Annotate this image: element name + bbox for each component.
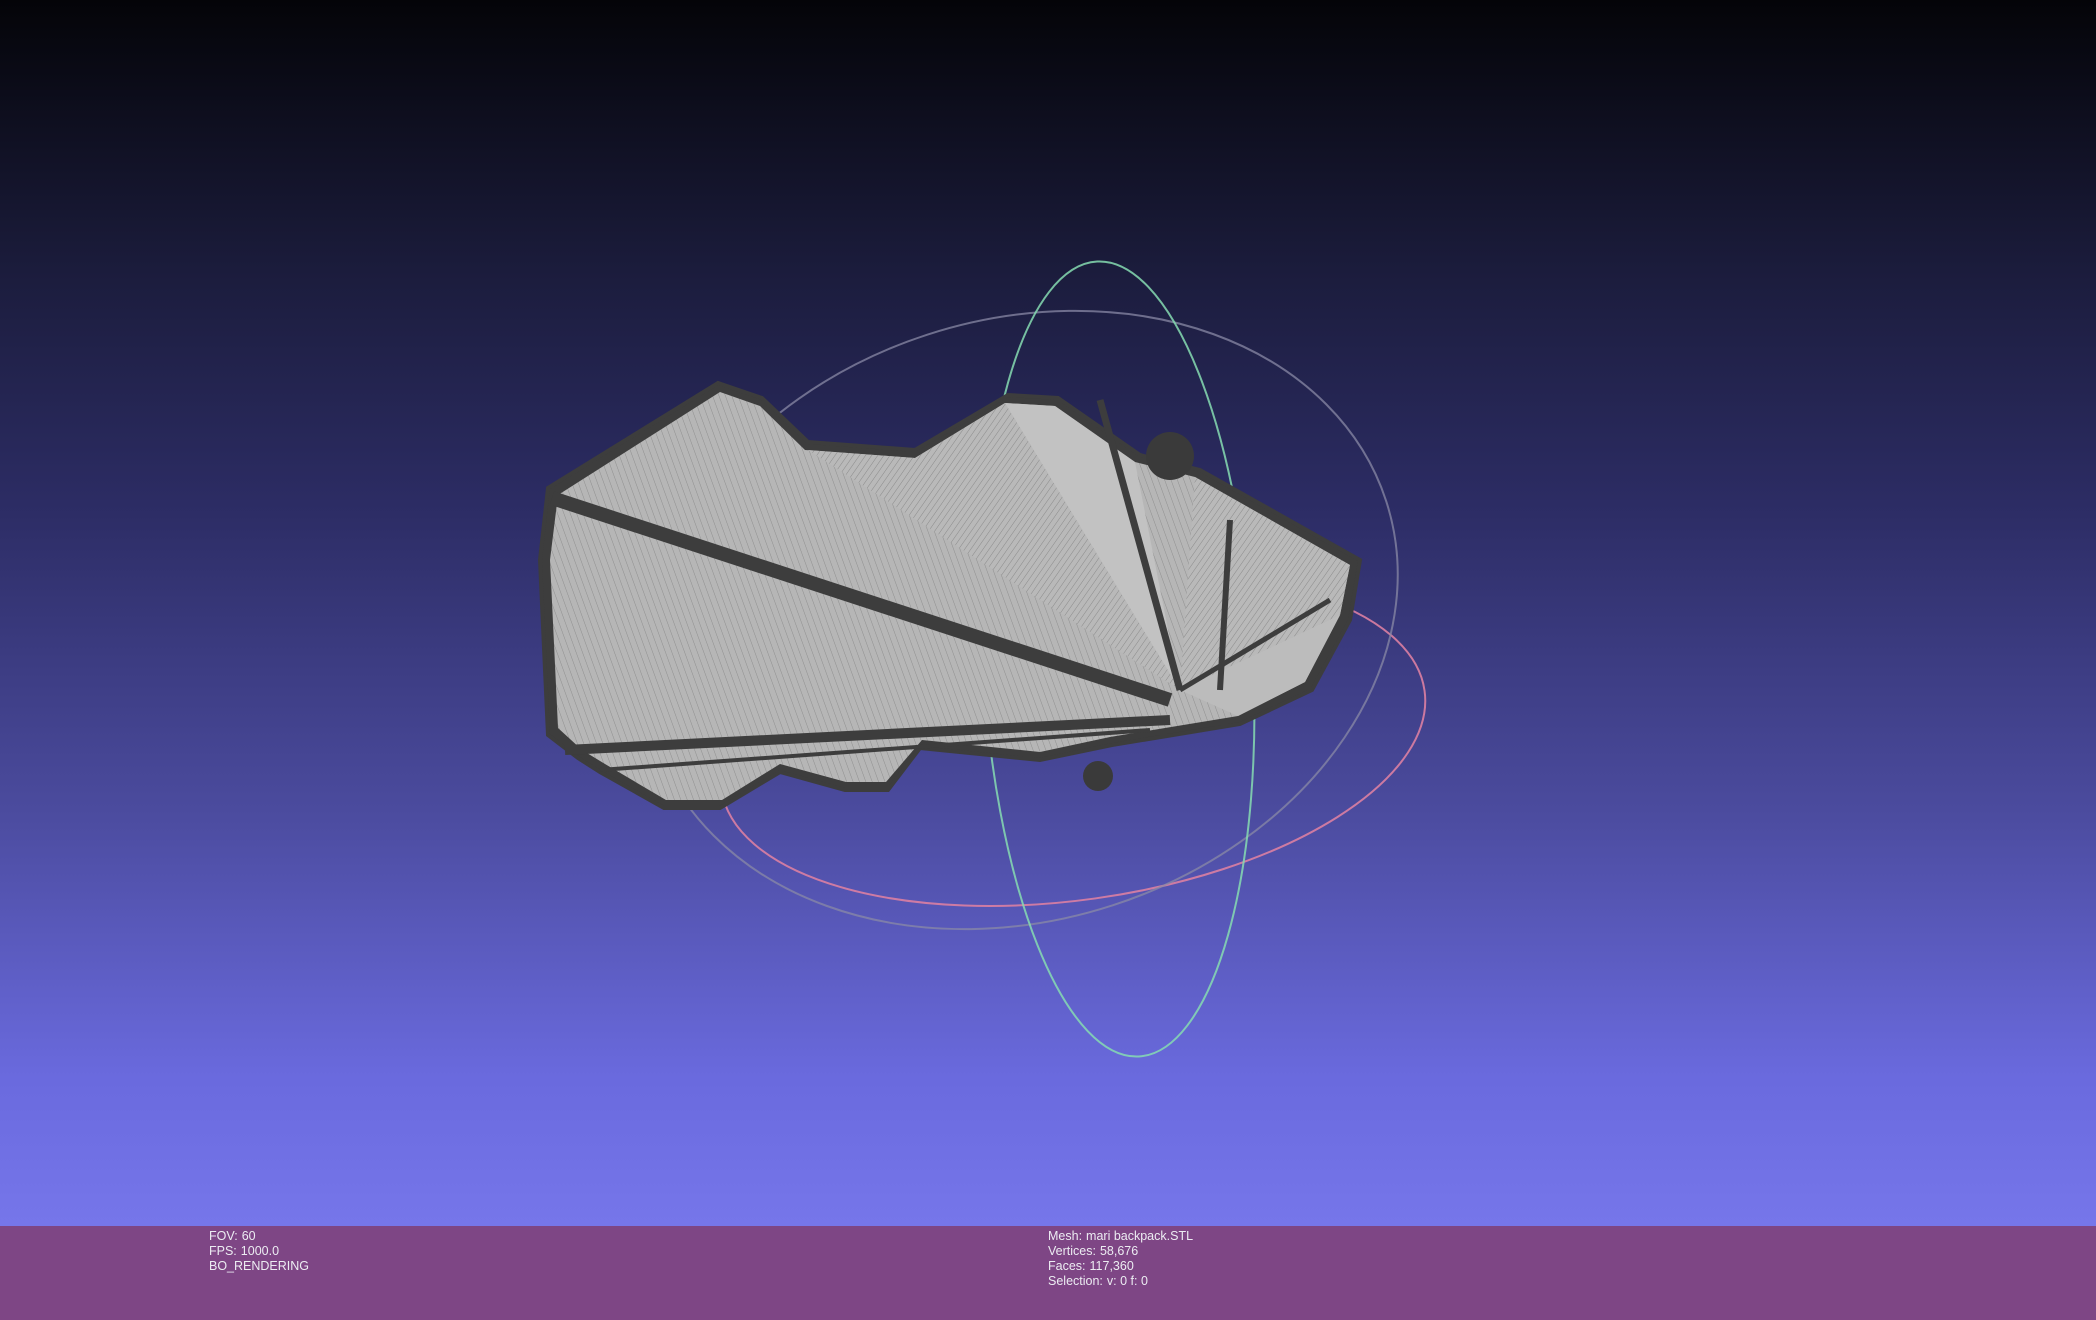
selection-label: Selection: [1048,1274,1103,1288]
mesh-label: Mesh: [1048,1229,1083,1243]
render-mode: BO_RENDERING [209,1259,310,1273]
vertices-value: 58,676 [1099,1244,1139,1258]
mesh-knob-bottom [1083,761,1113,791]
selection-readout: Selection: v: 0 f: 0 [1048,1274,1193,1289]
mesh-model[interactable] [537,380,1363,810]
selection-value: v: 0 f: 0 [1106,1274,1148,1288]
fov-label: FOV: [209,1229,238,1243]
mesh-scene[interactable] [0,0,2096,1226]
fps-label: FPS: [209,1244,237,1258]
faces-label: Faces: [1048,1259,1086,1273]
status-info-bar: FOV: 60 FPS: 1000.0 BO_RENDERING Mesh: mari… [0,1226,2096,1320]
faces-readout: Faces: 117,360 [1048,1259,1193,1274]
fps-value: 1000.0 [240,1244,280,1258]
fov-value: 60 [241,1229,256,1243]
render-info-panel: FOV: 60 FPS: 1000.0 BO_RENDERING [209,1229,309,1274]
3d-viewport[interactable] [0,0,2096,1226]
mesh-knob-top [1146,432,1194,480]
mesh-name: mari backpack.STL [1086,1229,1194,1243]
vertices-label: Vertices: [1048,1244,1096,1258]
vertices-readout: Vertices: 58,676 [1048,1244,1193,1259]
mesh-name-readout: Mesh: mari backpack.STL [1048,1229,1193,1244]
mesh-info-panel: Mesh: mari backpack.STL Vertices: 58,676 F… [1048,1229,1193,1289]
fps-readout: FPS: 1000.0 [209,1244,309,1259]
faces-value: 117,360 [1089,1259,1134,1273]
fov-readout: FOV: 60 [209,1229,309,1244]
